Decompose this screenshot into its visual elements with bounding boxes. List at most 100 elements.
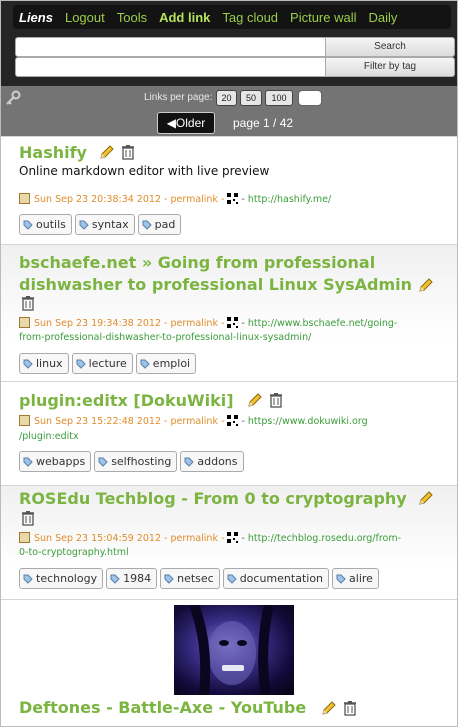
link-title[interactable]: ROSEdu Techblog - From 0 to cryptography bbox=[19, 488, 407, 510]
search-row: Search bbox=[15, 37, 455, 57]
tag-icon bbox=[23, 359, 33, 369]
main-nav: Liens Logout Tools Add link Tag cloud Pi… bbox=[13, 5, 451, 29]
filter-by-tag-button[interactable]: Filter by tag bbox=[325, 57, 455, 77]
links-per-page-20[interactable]: 20 bbox=[216, 90, 237, 106]
tag-icon bbox=[76, 359, 86, 369]
qrcode-icon[interactable] bbox=[227, 193, 239, 204]
nav-brand[interactable]: Liens bbox=[13, 10, 59, 25]
tag[interactable]: linux bbox=[19, 353, 69, 374]
pencil-icon[interactable] bbox=[99, 144, 115, 160]
trash-icon[interactable] bbox=[120, 144, 136, 160]
tag[interactable]: webapps bbox=[19, 451, 92, 472]
page-indicator: page 1 / 42 bbox=[233, 116, 294, 130]
tag[interactable]: 1984 bbox=[106, 568, 158, 589]
permalink[interactable]: permalink bbox=[170, 194, 218, 205]
older-button[interactable]: ◀Older bbox=[157, 112, 215, 134]
link-url[interactable]: http://techblog.rosedu.org/from- bbox=[248, 533, 401, 544]
link-url-continued[interactable]: from-professional-dishwasher-to-professi… bbox=[19, 332, 311, 343]
tag-icon bbox=[142, 220, 152, 230]
tag-icon bbox=[98, 457, 108, 467]
search-button[interactable]: Search bbox=[325, 37, 455, 57]
trash-icon[interactable] bbox=[20, 510, 36, 526]
tag-icon bbox=[23, 574, 33, 584]
links-per-page-100[interactable]: 100 bbox=[265, 90, 293, 106]
paging-bar: Links per page: 20 50 100 ◀Older page 1 … bbox=[1, 86, 457, 136]
nav-picture-wall[interactable]: Picture wall bbox=[284, 10, 362, 25]
tag-filter-input[interactable] bbox=[15, 57, 327, 77]
tag-list: linux lecture emploi bbox=[19, 353, 197, 374]
link-date: Sun Sep 23 15:04:59 2012 bbox=[34, 533, 161, 544]
qrcode-icon[interactable] bbox=[227, 532, 239, 543]
qrcode-icon[interactable] bbox=[227, 317, 239, 328]
tag[interactable]: selfhosting bbox=[94, 451, 178, 472]
link-url-continued[interactable]: 0-to-cryptography.html bbox=[19, 547, 129, 558]
tag[interactable]: outils bbox=[19, 214, 72, 235]
link-item: bschaefe.net » Going from professional d… bbox=[1, 244, 457, 382]
link-url[interactable]: http://hashify.me/ bbox=[248, 194, 331, 205]
link-meta: Sun Sep 23 20:38:34 2012 - permalink - -… bbox=[19, 192, 331, 207]
link-description: Online markdown editor with live preview bbox=[19, 164, 270, 178]
link-meta: Sun Sep 23 15:22:48 2012 - permalink - -… bbox=[19, 414, 368, 429]
tag-icon bbox=[184, 457, 195, 467]
tag[interactable]: addons bbox=[180, 451, 244, 472]
tag[interactable]: emploi bbox=[135, 353, 197, 374]
search-input[interactable] bbox=[15, 37, 327, 57]
tag[interactable]: lecture bbox=[71, 353, 133, 374]
tag-filter-row: Filter by tag bbox=[15, 57, 455, 77]
face-image bbox=[189, 603, 274, 696]
nav-tools[interactable]: Tools bbox=[111, 10, 153, 25]
link-title[interactable]: Hashify bbox=[19, 142, 87, 164]
tag[interactable]: documentation bbox=[222, 568, 330, 589]
calendar-icon bbox=[19, 415, 30, 426]
pencil-icon[interactable] bbox=[418, 490, 434, 506]
nav-logout[interactable]: Logout bbox=[59, 10, 111, 25]
header: Liens Logout Tools Add link Tag cloud Pi… bbox=[1, 1, 457, 86]
link-title[interactable]: plugin:editx [DokuWiki] bbox=[19, 390, 234, 412]
tag-list: webapps selfhosting addons bbox=[19, 451, 244, 472]
link-item: plugin:editx [DokuWiki] Sun Sep 23 15:22… bbox=[1, 381, 457, 486]
key-icon[interactable] bbox=[5, 90, 21, 106]
calendar-icon bbox=[19, 317, 30, 328]
tag[interactable]: syntax bbox=[74, 214, 135, 235]
tag-list: technology 1984 netsec documentation ali… bbox=[19, 568, 379, 589]
tag[interactable]: netsec bbox=[160, 568, 220, 589]
link-date: Sun Sep 23 20:38:34 2012 bbox=[34, 194, 161, 205]
link-date: Sun Sep 23 19:34:38 2012 bbox=[34, 318, 161, 329]
trash-icon[interactable] bbox=[342, 700, 358, 716]
tag-icon bbox=[140, 359, 150, 369]
pencil-icon[interactable] bbox=[321, 700, 337, 716]
links-per-page-label: Links per page: bbox=[144, 92, 213, 103]
permalink[interactable]: permalink bbox=[170, 318, 218, 329]
tag-icon bbox=[23, 457, 33, 467]
link-url-continued[interactable]: /plugin:editx bbox=[19, 431, 79, 442]
tag-icon bbox=[110, 574, 120, 584]
tag-icon bbox=[79, 220, 89, 230]
tag-icon bbox=[336, 574, 346, 584]
link-url[interactable]: http://www.bschaefe.net/going- bbox=[248, 318, 397, 329]
link-title[interactable]: Deftones - Battle-Axe - YouTube bbox=[19, 697, 306, 719]
qrcode-icon[interactable] bbox=[227, 415, 239, 426]
link-url[interactable]: https://www.dokuwiki.org bbox=[248, 416, 368, 427]
permalink[interactable]: permalink bbox=[170, 533, 218, 544]
nav-tag-cloud[interactable]: Tag cloud bbox=[216, 10, 284, 25]
trash-icon[interactable] bbox=[268, 392, 284, 408]
tag[interactable]: technology bbox=[19, 568, 104, 589]
nav-add-link[interactable]: Add link bbox=[153, 10, 216, 25]
tag[interactable]: alire bbox=[332, 568, 379, 589]
tag-list: outils syntax pad bbox=[19, 214, 182, 235]
pencil-icon[interactable] bbox=[418, 277, 434, 293]
links-per-page-input[interactable] bbox=[298, 90, 322, 106]
video-thumbnail[interactable] bbox=[174, 603, 294, 696]
nav-daily[interactable]: Daily bbox=[363, 10, 404, 25]
tag[interactable]: pad bbox=[137, 214, 182, 235]
tag-icon bbox=[164, 574, 174, 584]
permalink[interactable]: permalink bbox=[170, 416, 218, 427]
pencil-icon[interactable] bbox=[247, 392, 263, 408]
calendar-icon bbox=[19, 193, 30, 204]
link-item: ROSEdu Techblog - From 0 to cryptography… bbox=[1, 485, 457, 600]
link-item: Hashify Online markdown editor with live… bbox=[1, 136, 457, 245]
link-date: Sun Sep 23 15:22:48 2012 bbox=[34, 416, 161, 427]
trash-icon[interactable] bbox=[20, 295, 36, 311]
links-per-page-50[interactable]: 50 bbox=[240, 90, 262, 106]
link-title[interactable]: bschaefe.net » Going from professional d… bbox=[19, 252, 412, 296]
